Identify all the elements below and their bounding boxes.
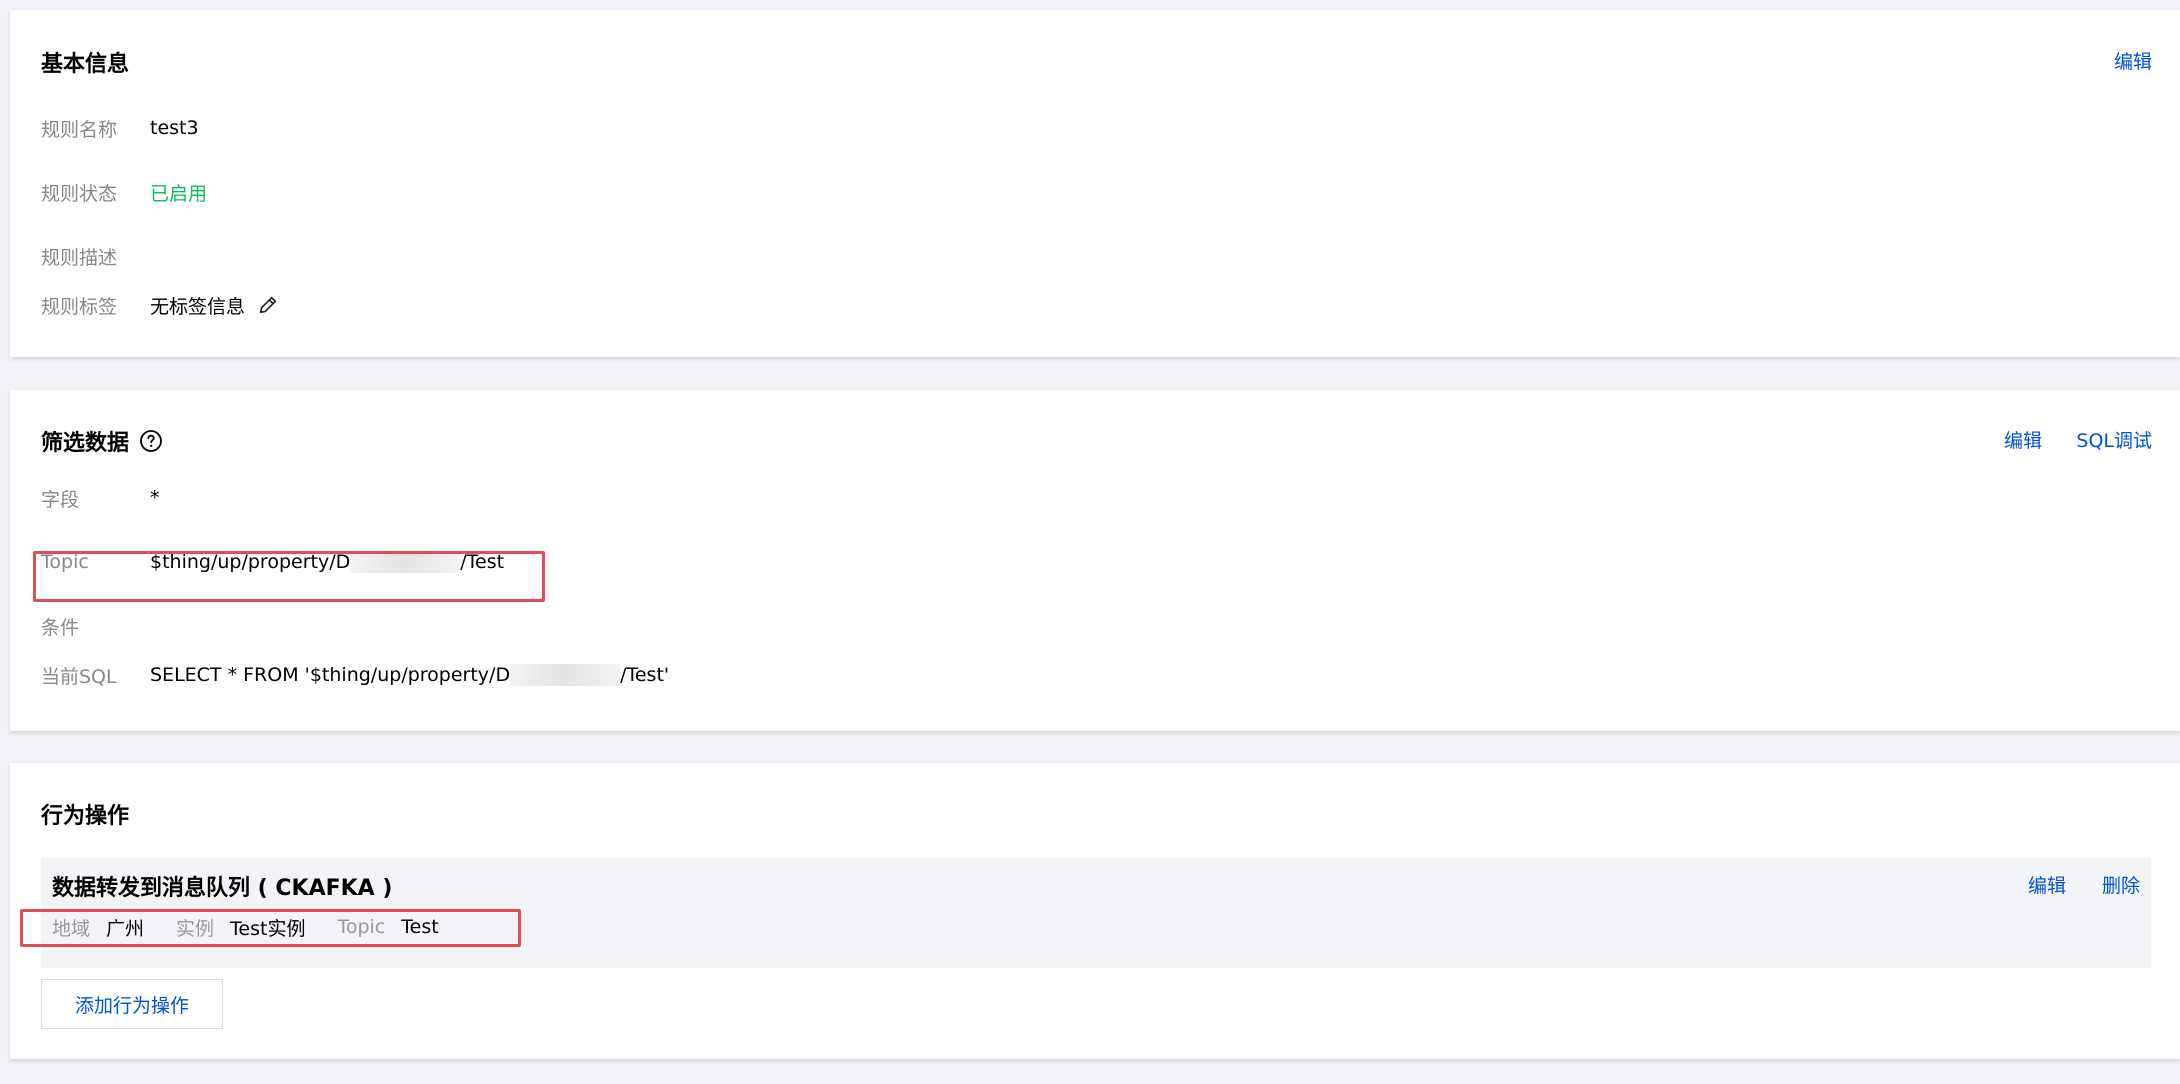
topic-label: Topic: [41, 551, 89, 573]
rule-description-label: 规则描述: [41, 246, 118, 269]
rule-tags-label: 规则标签: [41, 295, 118, 318]
rule-tags-value-wrap: 无标签信息: [150, 292, 279, 319]
action-edit-link[interactable]: 编辑: [2028, 871, 2066, 898]
help-icon[interactable]: [139, 429, 163, 453]
current-sql-label: 当前SQL: [41, 665, 117, 688]
filter-data-card: 筛选数据 编辑 SQL调试 字段 * Topic $thing/up/prope…: [10, 390, 2180, 731]
instance-value: Test实例: [230, 917, 306, 940]
rule-tags-row: 规则标签 无标签信息: [41, 290, 279, 320]
rule-name-label: 规则名称: [41, 118, 118, 141]
region-label: 地域: [52, 917, 91, 940]
action-delete-link[interactable]: 删除: [2102, 871, 2140, 898]
rule-name-row: 规则名称 test3: [41, 113, 199, 143]
filter-data-edit-link[interactable]: 编辑: [2004, 426, 2042, 453]
sql-debug-link[interactable]: SQL调试: [2076, 426, 2152, 453]
instance-label: 实例: [176, 917, 215, 940]
rule-status-value: 已启用: [150, 182, 208, 205]
actions-title: 行为操作: [41, 804, 130, 829]
field-value: *: [150, 487, 160, 509]
basic-info-edit-link[interactable]: 编辑: [2114, 47, 2152, 74]
basic-info-title: 基本信息: [41, 52, 130, 77]
region-value: 广州: [106, 917, 145, 940]
condition-row: 条件: [41, 611, 150, 641]
actions-card: 行为操作 数据转发到消息队列 ( CKAFKA ) 编辑 删除 地域 广州 实例…: [10, 763, 2180, 1059]
redacted-segment: [510, 664, 621, 686]
action-item-title: 数据转发到消息队列 ( CKAFKA ): [52, 876, 393, 901]
basic-info-card: 基本信息 编辑 规则名称 test3 规则状态 已启用 规则描述 规则标签 无标…: [10, 10, 2180, 357]
rule-description-row: 规则描述: [41, 241, 150, 271]
condition-label: 条件: [41, 616, 80, 639]
topic-value: $thing/up/property/D /Test: [150, 551, 505, 573]
current-sql-row: 当前SQL SELECT * FROM '$thing/up/property/…: [41, 660, 669, 690]
add-action-button[interactable]: 添加行为操作: [41, 979, 223, 1029]
action-topic-label: Topic: [337, 916, 386, 938]
action-meta: 地域 广州 实例 Test实例 Topic Test: [52, 912, 471, 942]
action-topic-value: Test: [401, 916, 439, 938]
field-row: 字段 *: [41, 483, 160, 513]
field-label: 字段: [41, 488, 80, 511]
redacted-segment: [350, 551, 461, 573]
topic-row: Topic $thing/up/property/D /Test: [41, 547, 504, 577]
rule-name-value: test3: [150, 117, 199, 139]
rule-status-label: 规则状态: [41, 182, 118, 205]
action-item: 数据转发到消息队列 ( CKAFKA ) 编辑 删除 地域 广州 实例 Test…: [41, 858, 2151, 968]
rule-status-row: 规则状态 已启用: [41, 177, 207, 207]
rule-tags-value: 无标签信息: [150, 295, 246, 318]
pencil-icon[interactable]: [257, 294, 279, 316]
current-sql-value: SELECT * FROM '$thing/up/property/D /Tes…: [150, 664, 670, 686]
filter-data-title: 筛选数据: [41, 425, 163, 457]
